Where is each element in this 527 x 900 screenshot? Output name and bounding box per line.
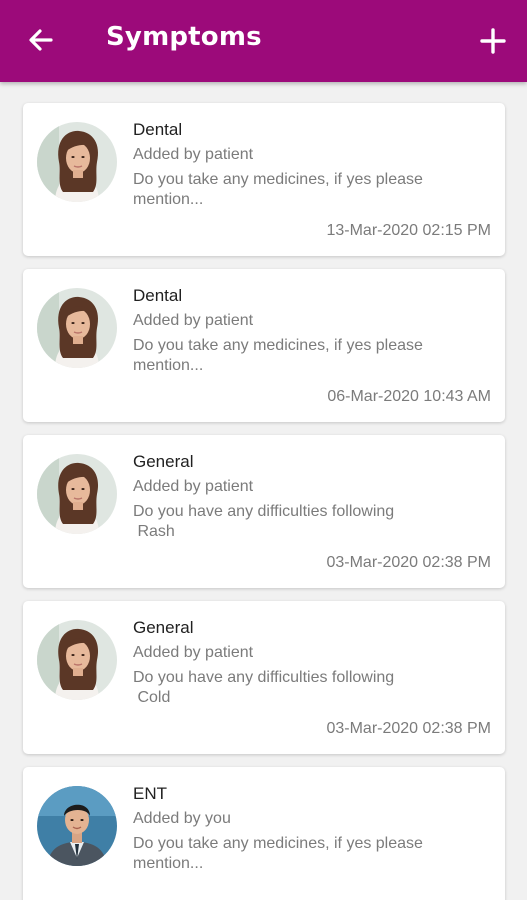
symptom-category: General (133, 618, 194, 637)
symptom-category: General (133, 452, 194, 471)
female-doctor-avatar (37, 122, 117, 202)
question-line: Do you take any medicines, if yes please (133, 337, 423, 354)
page-title: Symptoms (106, 22, 262, 52)
symptom-card[interactable]: Dental Added by patient Do you take any … (23, 103, 505, 256)
added-by-text: Added by patient (133, 478, 254, 495)
question-line: Cold (133, 689, 171, 706)
added-by-text: Added by patient (133, 146, 254, 163)
male-user-avatar (37, 786, 117, 866)
symptom-card[interactable]: Dental Added by patient Do you take any … (23, 269, 505, 422)
question-line: mention... (133, 855, 204, 872)
question-line: Do you take any medicines, if yes please (133, 835, 423, 852)
symptom-question: Do you have any difficulties following R… (133, 502, 473, 542)
female-doctor-avatar (37, 288, 117, 368)
question-line: mention... (133, 357, 204, 374)
add-symptom-plus-icon[interactable] (478, 26, 508, 56)
symptom-datetime: 03-Mar-2020 02:38 PM (326, 720, 491, 737)
added-by-text: Added by patient (133, 312, 254, 329)
question-line: Do you have any difficulties following (133, 669, 395, 686)
symptom-card[interactable]: General Added by patient Do you have any… (23, 601, 505, 754)
question-line: Do you have any difficulties following (133, 503, 395, 520)
symptom-question: Do you take any medicines, if yes please… (133, 170, 473, 210)
female-doctor-avatar (37, 620, 117, 700)
female-doctor-avatar (37, 454, 117, 534)
symptom-question: Do you take any medicines, if yes please… (133, 834, 473, 874)
symptom-card[interactable]: General Added by patient Do you have any… (23, 435, 505, 588)
question-line: Rash (133, 523, 175, 540)
symptom-question: Do you have any difficulties following C… (133, 668, 473, 708)
symptom-question: Do you take any medicines, if yes please… (133, 336, 473, 376)
question-line: Do you take any medicines, if yes please (133, 171, 423, 188)
symptom-category: ENT (133, 784, 167, 803)
back-arrow-icon[interactable] (26, 25, 56, 55)
question-line: mention... (133, 191, 204, 208)
added-by-text: Added by patient (133, 644, 254, 661)
symptom-datetime: 03-Mar-2020 02:38 PM (326, 554, 491, 571)
added-by-text: Added by you (133, 810, 231, 827)
symptom-card[interactable]: ENT Added by you Do you take any medicin… (23, 767, 505, 900)
symptom-category: Dental (133, 120, 183, 139)
symptom-datetime: 13-Mar-2020 02:15 PM (326, 222, 491, 239)
symptoms-list[interactable]: Dental Added by patient Do you take any … (0, 82, 527, 900)
symptom-datetime: 06-Mar-2020 10:43 AM (327, 388, 491, 405)
symptom-category: Dental (133, 286, 183, 305)
app-bar: Symptoms (0, 0, 527, 82)
